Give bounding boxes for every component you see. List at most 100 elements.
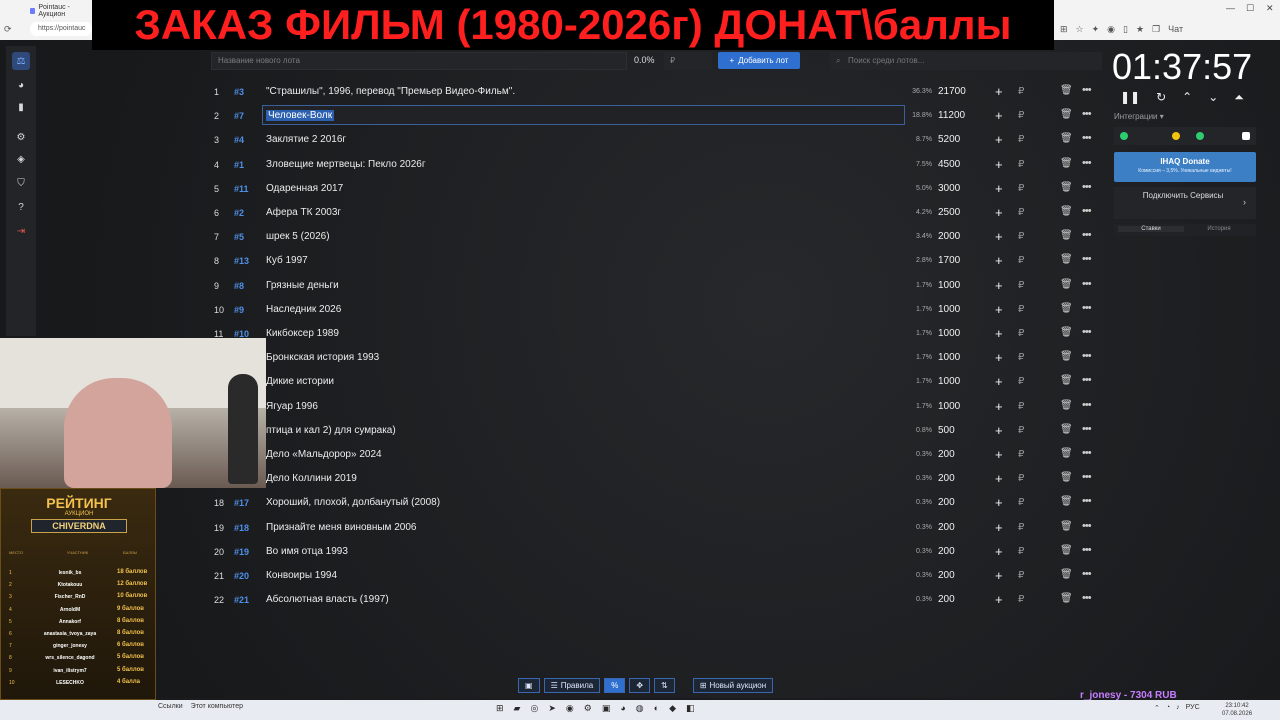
lot-amount[interactable]: 5200 bbox=[938, 134, 960, 145]
help-icon[interactable]: ? bbox=[12, 198, 30, 216]
translate-icon[interactable]: ⊞ bbox=[1060, 24, 1068, 35]
service-status-icon[interactable] bbox=[1196, 132, 1204, 140]
settings-gear-icon[interactable]: ⚙ bbox=[12, 128, 30, 146]
lot-name[interactable]: "Страшилы", 1996, перевод "Премьер Видео… bbox=[266, 86, 515, 97]
add-amount-icon[interactable]: + bbox=[995, 568, 1003, 583]
more-options-icon[interactable]: ••• bbox=[1082, 592, 1092, 604]
more-options-icon[interactable]: ••• bbox=[1082, 253, 1092, 265]
add-amount-icon[interactable]: + bbox=[995, 205, 1003, 220]
lot-name[interactable]: Хороший, плохой, долбанутый (2008) bbox=[266, 497, 440, 508]
lot-fast-id[interactable]: #5 bbox=[234, 232, 244, 242]
ruble-icon[interactable]: ₽ bbox=[1018, 594, 1024, 605]
save-icon[interactable]: ▣ bbox=[518, 678, 540, 693]
maximize-icon[interactable]: ☐ bbox=[1246, 3, 1254, 14]
trash-icon[interactable]: 🗑 bbox=[1060, 279, 1073, 290]
new-lot-input[interactable]: Название нового лота bbox=[211, 52, 627, 70]
ruble-icon[interactable]: ₽ bbox=[1018, 570, 1024, 581]
lot-amount[interactable]: 1000 bbox=[938, 280, 960, 291]
add-amount-icon[interactable]: + bbox=[995, 229, 1003, 244]
lot-fast-id[interactable]: #8 bbox=[234, 281, 244, 291]
lot-amount[interactable]: 21700 bbox=[938, 86, 966, 97]
add-amount-icon[interactable]: + bbox=[995, 592, 1003, 607]
more-options-icon[interactable]: ••• bbox=[1082, 520, 1092, 532]
lot-amount[interactable]: 500 bbox=[938, 425, 955, 436]
taskbar-clock[interactable]: 23:10:42 07.08.2026 bbox=[1222, 702, 1252, 718]
wheel-icon[interactable]: ◕ bbox=[12, 76, 30, 94]
trash-icon[interactable]: 🗑 bbox=[1060, 375, 1073, 386]
add-amount-icon[interactable]: + bbox=[995, 278, 1003, 293]
tab-history[interactable]: История bbox=[1186, 226, 1252, 232]
premiere-icon[interactable]: ▰ bbox=[514, 703, 521, 714]
trash-icon[interactable]: 🗑 bbox=[1060, 158, 1073, 169]
more-options-icon[interactable]: ••• bbox=[1082, 229, 1092, 241]
more-options-icon[interactable]: ••• bbox=[1082, 374, 1092, 386]
lot-amount[interactable]: 2000 bbox=[938, 231, 960, 242]
lot-name[interactable]: Кикбоксер 1989 bbox=[266, 328, 339, 339]
trash-icon[interactable]: 🗑 bbox=[1060, 424, 1073, 435]
lot-amount[interactable]: 200 bbox=[938, 546, 955, 557]
pause-icon[interactable]: ❚❚ bbox=[1120, 90, 1140, 105]
twitch-app-icon[interactable]: ◆ bbox=[669, 703, 676, 714]
sidebar-icon[interactable]: ▯ bbox=[1123, 24, 1128, 35]
trash-icon[interactable]: 🗑 bbox=[1060, 182, 1073, 193]
twitch-status-icon[interactable] bbox=[1120, 132, 1128, 140]
amount-input[interactable]: ₽ bbox=[664, 52, 712, 70]
telegram-icon[interactable]: ➤ bbox=[548, 703, 556, 714]
lot-name[interactable]: шрек 5 (2026) bbox=[266, 231, 330, 242]
trash-icon[interactable]: 🗑 bbox=[1060, 109, 1073, 120]
chevron-up-icon[interactable]: ⌃ bbox=[1182, 90, 1192, 105]
layers-icon[interactable]: ◈ bbox=[12, 150, 30, 168]
game-icon[interactable]: ▣ bbox=[602, 703, 611, 714]
lot-name[interactable]: Зловещие мертвецы: Пекло 2026г bbox=[266, 159, 425, 170]
explorer-icon[interactable]: ◧ bbox=[686, 703, 695, 714]
new-auction-button[interactable]: ⊞ Новый аукцион bbox=[692, 678, 774, 693]
lot-amount[interactable]: 3000 bbox=[938, 183, 960, 194]
lot-name-edit-field[interactable] bbox=[262, 105, 905, 126]
add-amount-icon[interactable]: + bbox=[995, 471, 1003, 486]
lot-name[interactable]: Одаренная 2017 bbox=[266, 183, 343, 194]
lot-fast-id[interactable]: #7 bbox=[234, 111, 244, 121]
favorites-icon[interactable]: ★ bbox=[1136, 24, 1144, 35]
more-options-icon[interactable]: ••• bbox=[1082, 205, 1092, 217]
lot-amount[interactable]: 200 bbox=[938, 594, 955, 605]
add-amount-icon[interactable]: + bbox=[995, 84, 1003, 99]
trash-icon[interactable]: 🗑 bbox=[1060, 206, 1073, 217]
kick-icon[interactable] bbox=[1242, 132, 1250, 140]
trash-icon[interactable]: 🗑 bbox=[1060, 545, 1073, 556]
add-amount-icon[interactable]: + bbox=[995, 374, 1003, 389]
more-options-icon[interactable]: ••• bbox=[1082, 423, 1092, 435]
add-amount-icon[interactable]: + bbox=[995, 253, 1003, 268]
ruble-icon[interactable]: ₽ bbox=[1018, 352, 1024, 363]
lot-amount[interactable]: 1000 bbox=[938, 352, 960, 363]
more-options-icon[interactable]: ••• bbox=[1082, 471, 1092, 483]
lot-name[interactable]: Афера ТК 2003г bbox=[266, 207, 341, 218]
lot-fast-id[interactable]: #9 bbox=[234, 305, 244, 315]
lot-amount[interactable]: 11200 bbox=[938, 110, 965, 121]
lot-amount[interactable]: 200 bbox=[938, 522, 955, 533]
lot-fast-id[interactable]: #3 bbox=[234, 87, 244, 97]
lot-name[interactable]: Дело Коллини 2019 bbox=[266, 473, 357, 484]
ruble-icon[interactable]: ₽ bbox=[1018, 376, 1024, 387]
rules-button[interactable]: ☰ Правила bbox=[543, 678, 601, 693]
shield-icon[interactable]: ⛉ bbox=[12, 174, 30, 192]
links-label[interactable]: Ссылки bbox=[158, 703, 183, 710]
ruble-icon[interactable]: ₽ bbox=[1018, 522, 1024, 533]
steam-icon[interactable]: ◎ bbox=[530, 703, 538, 714]
lot-amount[interactable]: 200 bbox=[938, 449, 955, 460]
donate-status-icon[interactable] bbox=[1172, 132, 1180, 140]
trash-icon[interactable]: 🗑 bbox=[1060, 351, 1073, 362]
lot-fast-id[interactable]: #21 bbox=[234, 595, 249, 605]
ruble-icon[interactable]: ₽ bbox=[1018, 134, 1024, 145]
ruble-icon[interactable]: ₽ bbox=[1018, 473, 1024, 484]
ruble-icon[interactable]: ₽ bbox=[1018, 255, 1024, 266]
trash-icon[interactable]: 🗑 bbox=[1060, 569, 1073, 580]
lot-fast-id[interactable]: #11 bbox=[234, 184, 249, 194]
lot-fast-id[interactable]: #17 bbox=[234, 498, 249, 508]
ruble-icon[interactable]: ₽ bbox=[1018, 304, 1024, 315]
lot-fast-id[interactable]: #19 bbox=[234, 547, 249, 557]
lot-fast-id[interactable]: #20 bbox=[234, 571, 249, 581]
move-icon[interactable]: ✥ bbox=[629, 678, 651, 693]
lot-name[interactable]: Человек-Волк bbox=[266, 110, 335, 122]
lot-amount[interactable]: 1000 bbox=[938, 328, 960, 339]
integrations-label[interactable]: Интеграции ▾ bbox=[1114, 112, 1164, 121]
